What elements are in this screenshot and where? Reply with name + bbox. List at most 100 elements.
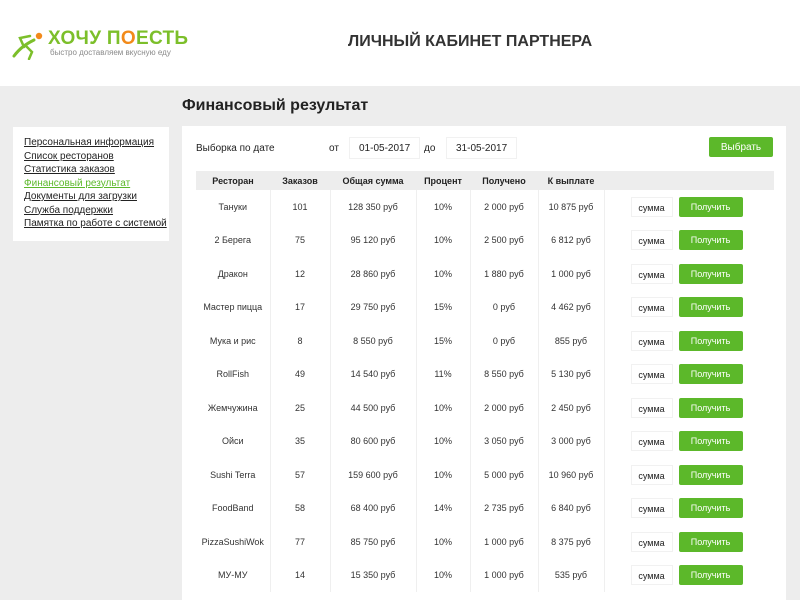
orders-cell: 77 bbox=[270, 525, 331, 559]
sum-input[interactable]: сумма bbox=[630, 531, 673, 552]
orders-cell: 12 bbox=[270, 257, 331, 291]
get-payout-button[interactable]: Получить bbox=[678, 397, 743, 418]
sidebar-item-personal-info[interactable]: Персональная информация bbox=[24, 136, 169, 150]
restaurant-name-cell: PizzaSushiWok bbox=[196, 525, 271, 559]
restaurant-name-cell: МУ-МУ bbox=[196, 558, 271, 592]
payout-cell: 855 руб bbox=[538, 324, 605, 358]
get-payout-button[interactable]: Получить bbox=[678, 330, 743, 351]
percent-cell: 10% bbox=[416, 525, 471, 559]
get-payout-button[interactable]: Получить bbox=[678, 364, 743, 385]
actions-cell: сумма Получить bbox=[604, 324, 774, 358]
percent-cell: 10% bbox=[416, 223, 471, 257]
payout-cell: 10 875 руб bbox=[538, 190, 605, 224]
total-cell: 8 550 руб bbox=[330, 324, 417, 358]
orders-cell: 49 bbox=[270, 357, 331, 391]
sum-input[interactable]: сумма bbox=[630, 297, 673, 318]
financial-panel: Выборка по дате от 01-05-2017 до 31-05-2… bbox=[182, 126, 786, 600]
get-payout-button[interactable]: Получить bbox=[678, 565, 743, 586]
get-payout-button[interactable]: Получить bbox=[678, 230, 743, 251]
orders-cell: 14 bbox=[270, 558, 331, 592]
running-person-icon bbox=[12, 32, 43, 60]
table-row: Мука и рис 8 8 550 руб 15% 0 руб 855 руб сумма… bbox=[196, 324, 774, 358]
table-row: Тануки 101 128 350 руб 10% 2 000 руб 10 875 р… bbox=[196, 190, 774, 224]
percent-cell: 10% bbox=[416, 190, 471, 224]
percent-cell: 10% bbox=[416, 424, 471, 458]
page-title: Финансовый результат bbox=[182, 97, 369, 114]
actions-cell: сумма Получить bbox=[604, 492, 774, 526]
received-cell: 1 880 руб bbox=[470, 257, 539, 291]
sidebar-item-order-stats[interactable]: Статистика заказов bbox=[24, 163, 169, 177]
orders-cell: 101 bbox=[270, 190, 331, 224]
from-label: от bbox=[329, 143, 339, 154]
date-to-input[interactable]: 31-05-2017 bbox=[446, 137, 518, 159]
sum-input[interactable]: сумма bbox=[630, 565, 673, 586]
sum-input[interactable]: сумма bbox=[630, 196, 673, 217]
percent-cell: 15% bbox=[416, 290, 471, 324]
get-payout-button[interactable]: Получить bbox=[678, 498, 743, 519]
sum-input[interactable]: сумма bbox=[630, 364, 673, 385]
get-payout-button[interactable]: Получить bbox=[678, 431, 743, 452]
received-cell: 3 050 руб bbox=[470, 424, 539, 458]
actions-cell: сумма Получить bbox=[604, 391, 774, 425]
actions-cell: сумма Получить bbox=[604, 257, 774, 291]
get-payout-button[interactable]: Получить bbox=[678, 464, 743, 485]
received-cell: 2 000 руб bbox=[470, 391, 539, 425]
actions-cell: сумма Получить bbox=[604, 190, 774, 224]
table-row: RollFish 49 14 540 руб 11% 8 550 руб 5 130 ру… bbox=[196, 357, 774, 392]
sum-input[interactable]: сумма bbox=[630, 397, 673, 418]
total-cell: 128 350 руб bbox=[330, 190, 417, 224]
get-payout-button[interactable]: Получить bbox=[678, 263, 743, 284]
payout-cell: 2 450 руб bbox=[538, 391, 605, 425]
payout-cell: 6 812 руб bbox=[538, 223, 605, 257]
logo[interactable]: ХОЧУ ПОЕСТЬ быстро доставляем вкусную ед… bbox=[12, 28, 192, 62]
column-header: Заказов bbox=[270, 171, 330, 190]
received-cell: 1 000 руб bbox=[470, 525, 539, 559]
to-label: до bbox=[424, 143, 436, 154]
restaurant-name-cell: RollFish bbox=[196, 357, 271, 391]
sidebar-item-support[interactable]: Служба поддержки bbox=[24, 204, 169, 218]
payout-cell: 1 000 руб bbox=[538, 257, 605, 291]
date-from-input[interactable]: 01-05-2017 bbox=[349, 137, 421, 159]
received-cell: 5 000 руб bbox=[470, 458, 539, 492]
orders-cell: 25 bbox=[270, 391, 331, 425]
sum-input[interactable]: сумма bbox=[630, 330, 673, 351]
sum-input[interactable]: сумма bbox=[630, 498, 673, 519]
total-cell: 44 500 руб bbox=[330, 391, 417, 425]
sidebar-item-restaurants[interactable]: Список ресторанов bbox=[24, 150, 169, 164]
orders-cell: 58 bbox=[270, 491, 331, 525]
get-payout-button[interactable]: Получить bbox=[678, 531, 743, 552]
restaurant-name-cell: 2 Берега bbox=[196, 223, 271, 257]
total-cell: 95 120 руб bbox=[330, 223, 417, 257]
sum-input[interactable]: сумма bbox=[630, 431, 673, 452]
sum-input[interactable]: сумма bbox=[630, 230, 673, 251]
restaurant-name-cell: FoodBand bbox=[196, 491, 271, 525]
sidebar-item-documents[interactable]: Документы для загрузки bbox=[24, 190, 169, 204]
column-header: Ресторан bbox=[196, 171, 270, 190]
restaurant-name-cell: Мастер пицца bbox=[196, 290, 271, 324]
total-cell: 28 860 руб bbox=[330, 257, 417, 291]
column-header: К выплате bbox=[538, 171, 604, 190]
payout-cell: 6 840 руб bbox=[538, 491, 605, 525]
column-header: Процент bbox=[416, 171, 470, 190]
column-header: Общая сумма bbox=[330, 171, 416, 190]
payout-cell: 4 462 руб bbox=[538, 290, 605, 324]
total-cell: 80 600 руб bbox=[330, 424, 417, 458]
actions-cell: сумма Получить bbox=[604, 525, 774, 559]
sum-input[interactable]: сумма bbox=[630, 464, 673, 485]
table-row: Мастер пицца 17 29 750 руб 15% 0 руб 4 462 ру… bbox=[196, 290, 774, 324]
sidebar-item-guide[interactable]: Памятка по работе с системой bbox=[24, 217, 169, 231]
table-row: Sushi Terra 57 159 600 руб 10% 5 000 руб 10 9… bbox=[196, 458, 774, 492]
select-button[interactable]: Выбрать bbox=[709, 137, 773, 157]
sidebar: Персональная информация Список ресторано… bbox=[13, 127, 169, 241]
sum-input[interactable]: сумма bbox=[630, 263, 673, 284]
restaurant-name-cell: Тануки bbox=[196, 190, 271, 224]
logo-tagline: быстро доставляем вкусную еду bbox=[50, 48, 171, 57]
get-payout-button[interactable]: Получить bbox=[678, 196, 743, 217]
sidebar-item-financial-result[interactable]: Финансовый результат bbox=[24, 177, 169, 191]
orders-cell: 17 bbox=[270, 290, 331, 324]
payout-cell: 10 960 руб bbox=[538, 458, 605, 492]
get-payout-button[interactable]: Получить bbox=[678, 297, 743, 318]
received-cell: 0 руб bbox=[470, 324, 539, 358]
actions-cell: сумма Получить bbox=[604, 358, 774, 392]
actions-cell: сумма Получить bbox=[604, 224, 774, 258]
